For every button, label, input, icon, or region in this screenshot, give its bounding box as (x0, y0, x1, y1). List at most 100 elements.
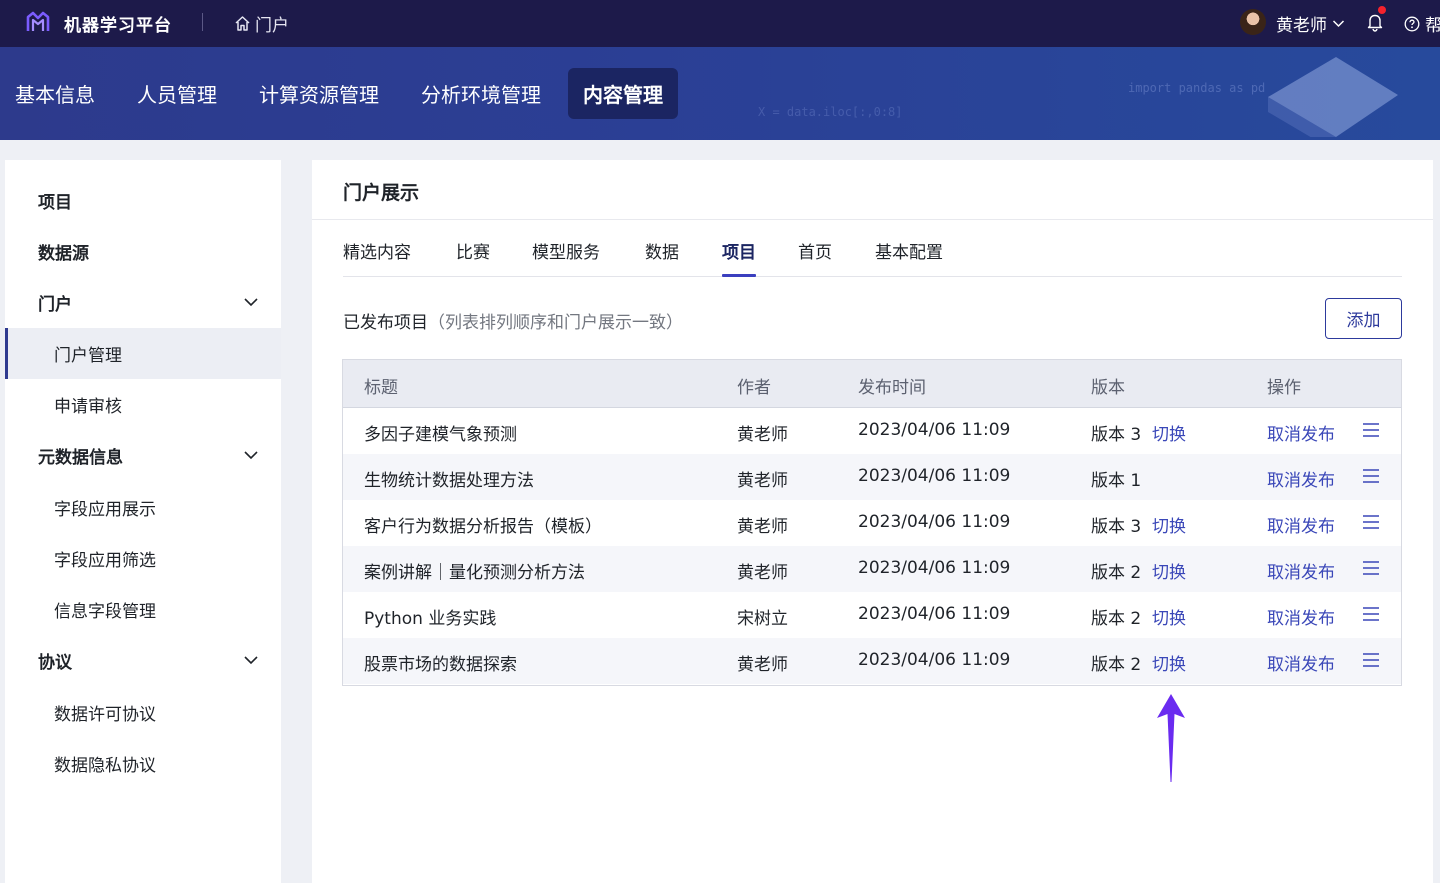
tab-featured[interactable]: 精选内容 (343, 238, 411, 277)
decor-cube-icon (1268, 57, 1398, 137)
tab-bar: 精选内容 比赛 模型服务 数据 项目 首页 基本配置 (343, 220, 1402, 277)
help-link[interactable]: 帮助 (1404, 11, 1440, 36)
sidebar: 项目 数据源 门户 门户管理 申请审核 元数据信息 字段应用展示 字段应用筛选 … (5, 160, 281, 883)
table-row: 股票市场的数据探索 黄老师 2023/04/06 11:09 版本 2 切换 取… (343, 638, 1401, 684)
page-title: 门户展示 (343, 182, 420, 204)
switch-version-link[interactable]: 切换 (1152, 650, 1186, 675)
notification-dot (1378, 6, 1386, 14)
sidebar-item-datasource[interactable]: 数据源 (5, 226, 281, 277)
sidebar-item-data-privacy[interactable]: 数据隐私协议 (5, 738, 281, 789)
portal-link-label: 门户 (255, 16, 289, 36)
nav-items: 基本信息 人员管理 计算资源管理 分析环境管理 内容管理 (0, 68, 690, 119)
menu-lines-icon[interactable] (1362, 606, 1380, 622)
table-row: 多因子建模气象预测 黄老师 2023/04/06 11:09 版本 3 切换 取… (343, 408, 1401, 454)
sidebar-item-projects[interactable]: 项目 (5, 175, 281, 226)
table-row: 客户行为数据分析报告（模板） 黄老师 2023/04/06 11:09 版本 3… (343, 500, 1401, 546)
user-name-label: 黄老师 (1276, 16, 1327, 36)
row-title: 客户行为数据分析报告（模板） (364, 517, 602, 537)
add-button[interactable]: 添加 (1325, 298, 1402, 339)
column-header-version: 版本 (1091, 378, 1125, 398)
row-title: Python 业务实践 (364, 609, 497, 629)
row-author: 黄老师 (737, 471, 788, 491)
unpublish-link[interactable]: 取消发布 (1267, 420, 1335, 445)
sidebar-item-application-review[interactable]: 申请审核 (5, 379, 281, 430)
main-panel: 门户展示 精选内容 比赛 模型服务 数据 项目 首页 基本配置 已发布项目（列表… (312, 160, 1433, 883)
decor-code: X = data.iloc[:,0:8] (758, 105, 903, 119)
table-row: Python 业务实践 宋树立 2023/04/06 11:09 版本 2 切换… (343, 592, 1401, 638)
home-icon (235, 16, 250, 31)
sidebar-item-portal[interactable]: 门户 (5, 277, 281, 328)
row-time: 2023/04/06 11:09 (858, 650, 1011, 670)
column-header-title: 标题 (364, 378, 398, 398)
section-title-text: 已发布项目 (343, 313, 428, 333)
help-label: 帮助 (1425, 16, 1440, 36)
row-author: 黄老师 (737, 517, 788, 537)
switch-version-link[interactable]: 切换 (1152, 512, 1186, 537)
decor-code: import pandas as pd (1128, 81, 1266, 95)
row-time: 2023/04/06 11:09 (858, 604, 1011, 624)
row-author: 黄老师 (737, 655, 788, 675)
sidebar-item-field-display[interactable]: 字段应用展示 (5, 482, 281, 533)
unpublish-link[interactable]: 取消发布 (1267, 512, 1335, 537)
sidebar-item-field-filter[interactable]: 字段应用筛选 (5, 533, 281, 584)
menu-lines-icon[interactable] (1362, 560, 1380, 576)
chevron-down-icon (1332, 20, 1345, 28)
row-version: 版本 2 (1091, 609, 1142, 629)
unpublish-link[interactable]: 取消发布 (1267, 650, 1335, 675)
tab-data[interactable]: 数据 (645, 238, 679, 277)
main-nav: import pandas as pd X = data.iloc[:,0:8]… (0, 47, 1440, 140)
unpublish-link[interactable]: 取消发布 (1267, 466, 1335, 491)
row-version: 版本 2 (1091, 563, 1142, 583)
column-header-actions: 操作 (1267, 378, 1301, 398)
logo-icon[interactable] (25, 9, 51, 35)
app-title[interactable]: 机器学习平台 (64, 11, 172, 36)
avatar[interactable] (1240, 9, 1266, 35)
row-title: 生物统计数据处理方法 (364, 471, 534, 491)
portal-link[interactable]: 门户 (234, 11, 289, 36)
table-row: 案例讲解｜量化预测分析方法 黄老师 2023/04/06 11:09 版本 2 … (343, 546, 1401, 592)
switch-version-link[interactable]: 切换 (1152, 558, 1186, 583)
table-row: 生物统计数据处理方法 黄老师 2023/04/06 11:09 版本 1 取消发… (343, 454, 1401, 500)
nav-item-compute[interactable]: 计算资源管理 (244, 68, 394, 119)
section-note: （列表排列顺序和门户展示一致） (428, 313, 683, 333)
tab-competitions[interactable]: 比赛 (456, 238, 490, 277)
sidebar-item-portal-management[interactable]: 门户管理 (5, 328, 281, 379)
sidebar-item-label: 协议 (38, 653, 72, 673)
column-header-author: 作者 (737, 378, 771, 398)
unpublish-link[interactable]: 取消发布 (1267, 604, 1335, 629)
table-header: 标题 作者 发布时间 版本 操作 (343, 360, 1401, 408)
tab-projects[interactable]: 项目 (722, 238, 756, 277)
sidebar-item-field-management[interactable]: 信息字段管理 (5, 584, 281, 635)
tab-basic-config[interactable]: 基本配置 (875, 238, 943, 277)
chevron-down-icon (244, 451, 258, 460)
tab-model-services[interactable]: 模型服务 (532, 238, 600, 277)
sidebar-item-label: 元数据信息 (38, 448, 123, 468)
bell-icon[interactable] (1366, 12, 1384, 32)
row-time: 2023/04/06 11:09 (858, 512, 1011, 532)
sidebar-item-metadata[interactable]: 元数据信息 (5, 430, 281, 481)
menu-lines-icon[interactable] (1362, 652, 1380, 668)
topbar-divider (202, 13, 203, 31)
question-circle-icon (1404, 16, 1420, 31)
row-version: 版本 1 (1091, 471, 1142, 491)
menu-lines-icon[interactable] (1362, 468, 1380, 484)
sidebar-item-data-license[interactable]: 数据许可协议 (5, 687, 281, 738)
user-menu[interactable]: 黄老师 (1276, 11, 1345, 36)
switch-version-link[interactable]: 切换 (1152, 604, 1186, 629)
nav-item-personnel[interactable]: 人员管理 (122, 68, 232, 119)
nav-item-content[interactable]: 内容管理 (568, 68, 678, 119)
section-title: 已发布项目（列表排列顺序和门户展示一致） (343, 308, 683, 333)
column-header-time: 发布时间 (858, 378, 926, 398)
row-time: 2023/04/06 11:09 (858, 466, 1011, 486)
unpublish-link[interactable]: 取消发布 (1267, 558, 1335, 583)
nav-item-basic-info[interactable]: 基本信息 (0, 68, 110, 119)
menu-lines-icon[interactable] (1362, 514, 1380, 530)
switch-version-link[interactable]: 切换 (1152, 420, 1186, 445)
sidebar-item-agreements[interactable]: 协议 (5, 635, 281, 686)
chevron-down-icon (244, 656, 258, 665)
row-version: 版本 2 (1091, 655, 1142, 675)
row-author: 宋树立 (737, 609, 788, 629)
menu-lines-icon[interactable] (1362, 422, 1380, 438)
nav-item-env[interactable]: 分析环境管理 (406, 68, 556, 119)
tab-home[interactable]: 首页 (798, 238, 832, 277)
